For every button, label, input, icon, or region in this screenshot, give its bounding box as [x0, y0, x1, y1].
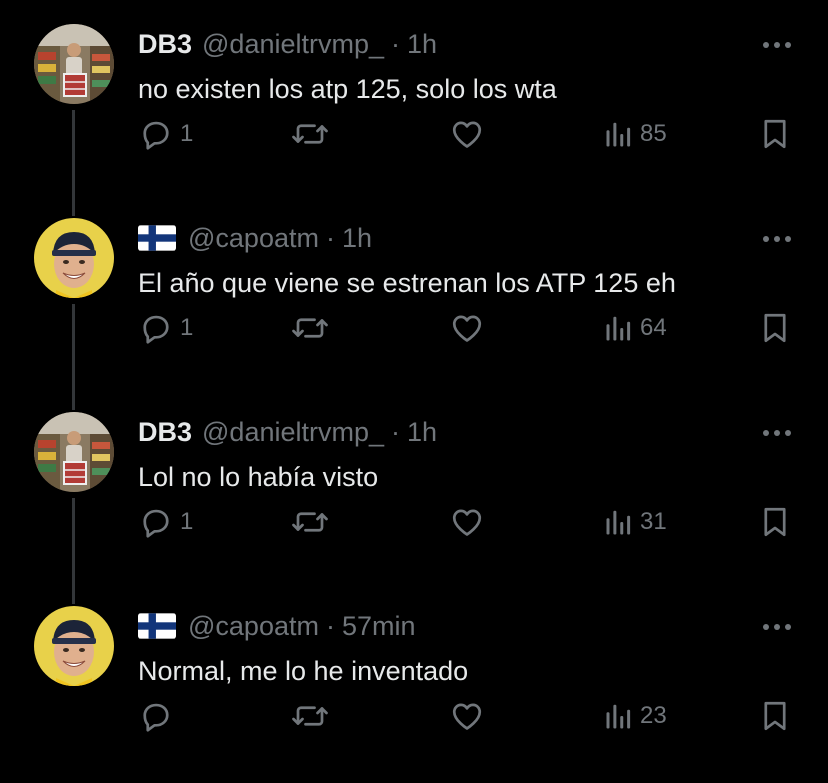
bookmark-icon [764, 507, 786, 537]
separator-dot: · [325, 222, 335, 253]
like-button[interactable] [448, 110, 486, 158]
post-actions: 1 31 [0, 498, 828, 546]
views-icon [606, 316, 631, 341]
post-time[interactable]: 1h [407, 29, 437, 60]
post-time[interactable]: 1h [342, 223, 372, 254]
post-text: no existen los atp 125, solo los wta [138, 74, 557, 104]
user-handle[interactable]: @capoatm [188, 223, 319, 254]
view-count: 85 [640, 120, 667, 147]
more-options-button[interactable] [760, 30, 794, 60]
post-header: DB3 @danieltrvmp_ · 1h [138, 26, 437, 62]
bookmark-icon [764, 701, 786, 731]
reply-button[interactable]: 1 [138, 304, 193, 352]
post-actions: 1 64 [0, 304, 828, 352]
heart-icon [452, 121, 482, 148]
post-text: Normal, me lo he inventado [138, 656, 469, 686]
avatar[interactable] [34, 606, 114, 686]
reply-count: 1 [180, 314, 194, 341]
more-icon [763, 42, 791, 48]
repost-icon [292, 706, 328, 726]
post[interactable]: @capoatm · 57min Normal, me lo he invent… [0, 582, 828, 776]
view-count: 64 [640, 314, 667, 341]
bookmark-button[interactable] [758, 498, 792, 546]
user-handle[interactable]: @danieltrvmp_ [202, 29, 384, 60]
more-options-button[interactable] [760, 612, 794, 642]
bookmark-button[interactable] [758, 110, 792, 158]
avatar[interactable] [34, 218, 114, 298]
display-name[interactable]: DB3 [138, 29, 192, 60]
repost-icon [292, 124, 328, 144]
separator-dot: · [325, 610, 335, 641]
post[interactable]: DB3 @danieltrvmp_ · 1h Lol no lo había v… [0, 388, 828, 604]
post[interactable]: DB3 @danieltrvmp_ · 1h no existen los at… [0, 0, 828, 216]
finland-flag-icon [138, 613, 176, 639]
repost-icon [292, 512, 328, 532]
display-name[interactable]: DB3 [138, 417, 192, 448]
post-header: @capoatm · 57min [138, 608, 416, 644]
post-header: @capoatm · 1h [138, 220, 372, 256]
shop-photo-avatar-icon [34, 24, 114, 104]
shop-photo-avatar-icon [34, 412, 114, 492]
smiling-face-avatar-icon [34, 606, 114, 686]
more-icon [763, 236, 791, 242]
finland-flag-icon [138, 225, 176, 251]
post-time[interactable]: 1h [407, 417, 437, 448]
heart-icon [452, 315, 482, 342]
repost-button[interactable] [290, 110, 330, 158]
reply-button[interactable] [138, 692, 180, 740]
like-button[interactable] [448, 692, 486, 740]
separator-dot: · [391, 416, 401, 447]
bookmark-icon [764, 313, 786, 343]
repost-button[interactable] [290, 498, 330, 546]
reply-icon [143, 315, 169, 344]
avatar[interactable] [34, 24, 114, 104]
more-icon [763, 430, 791, 436]
reply-icon [143, 703, 169, 732]
heart-icon [452, 703, 482, 730]
user-handle[interactable]: @danieltrvmp_ [202, 417, 384, 448]
views-icon [606, 704, 631, 729]
conversation-thread: DB3 @danieltrvmp_ · 1h no existen los at… [0, 0, 828, 783]
post-text: Lol no lo había visto [138, 462, 379, 492]
separator-dot: · [391, 28, 401, 59]
reply-button[interactable]: 1 [138, 498, 193, 546]
reply-count: 1 [180, 508, 194, 535]
view-count: 23 [640, 702, 667, 729]
reply-icon [143, 509, 169, 538]
repost-button[interactable] [290, 692, 330, 740]
like-button[interactable] [448, 304, 486, 352]
reply-count: 1 [180, 120, 194, 147]
more-icon [763, 624, 791, 630]
post-actions: 23 [0, 692, 828, 740]
views-button[interactable]: 64 [604, 304, 667, 352]
post-text: El año que viene se estrenan los ATP 125… [138, 268, 676, 298]
views-button[interactable]: 31 [604, 498, 667, 546]
user-handle[interactable]: @capoatm [188, 611, 319, 642]
views-button[interactable]: 23 [604, 692, 667, 740]
view-count: 31 [640, 508, 667, 535]
reply-button[interactable]: 1 [138, 110, 193, 158]
repost-button[interactable] [290, 304, 330, 352]
heart-icon [452, 509, 482, 536]
bookmark-icon [764, 119, 786, 149]
bookmark-button[interactable] [758, 304, 792, 352]
more-options-button[interactable] [760, 224, 794, 254]
post-actions: 1 85 [0, 110, 828, 158]
repost-icon [292, 318, 328, 338]
post[interactable]: @capoatm · 1h El año que viene se estren… [0, 194, 828, 410]
views-icon [606, 510, 631, 535]
reply-icon [143, 121, 169, 150]
smiling-face-avatar-icon [34, 218, 114, 298]
more-options-button[interactable] [760, 418, 794, 448]
bookmark-button[interactable] [758, 692, 792, 740]
views-button[interactable]: 85 [604, 110, 667, 158]
views-icon [606, 122, 631, 147]
post-header: DB3 @danieltrvmp_ · 1h [138, 414, 437, 450]
like-button[interactable] [448, 498, 486, 546]
post-time[interactable]: 57min [342, 611, 416, 642]
avatar[interactable] [34, 412, 114, 492]
